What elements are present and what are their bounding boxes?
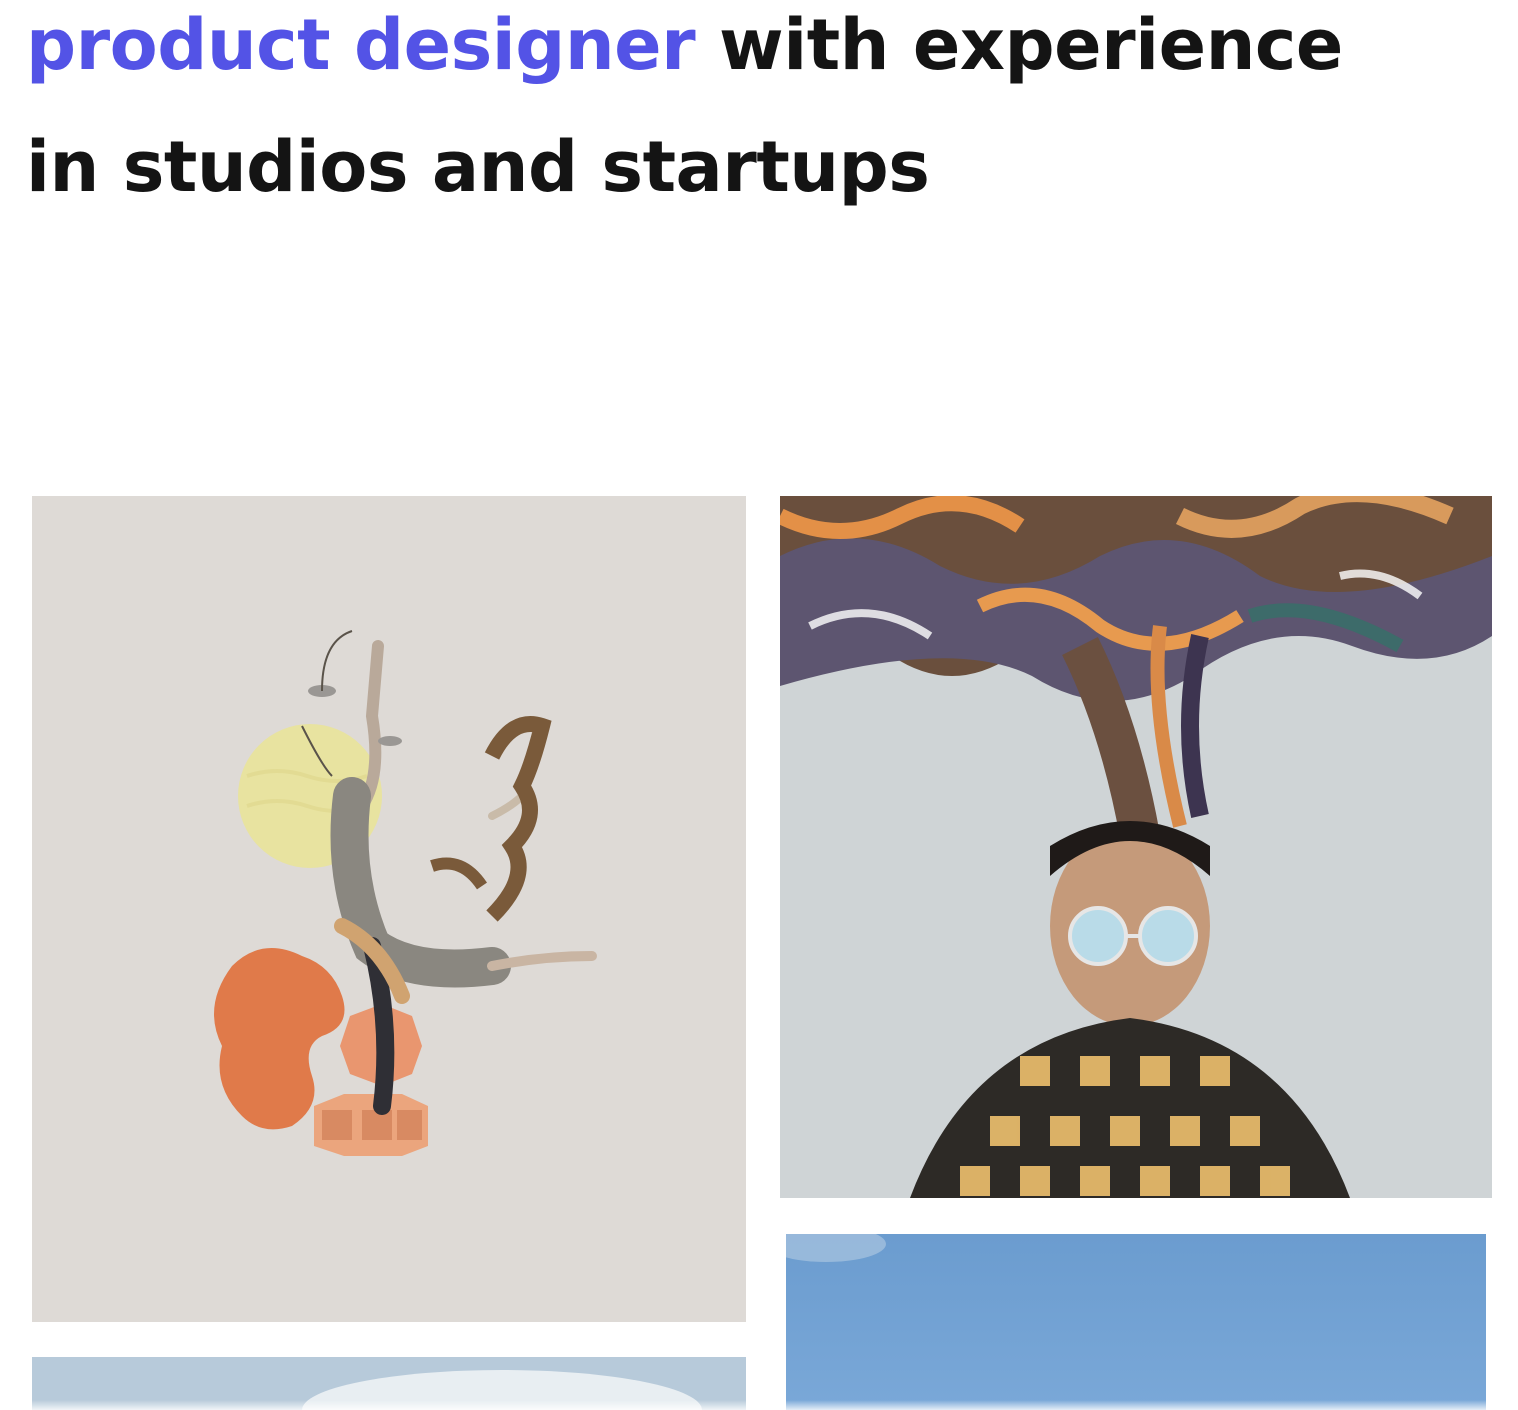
page-bottom-fade [0,1400,1518,1410]
hero-line-2: in studios and startups [26,126,930,208]
gallery-item-portrait[interactable] [780,496,1492,1198]
gallery-item-sky-right[interactable] [786,1234,1486,1410]
hero-line-1: product designer with experience [26,0,1343,100]
collage-dancer-image [32,496,746,1322]
sky-photo-right-image [786,1234,1486,1410]
hero-line-1-rest: with experience [695,4,1343,86]
surreal-portrait-image [780,496,1492,1198]
hero-accent-role: product designer [26,4,696,86]
gallery-item-collage[interactable] [32,496,746,1322]
